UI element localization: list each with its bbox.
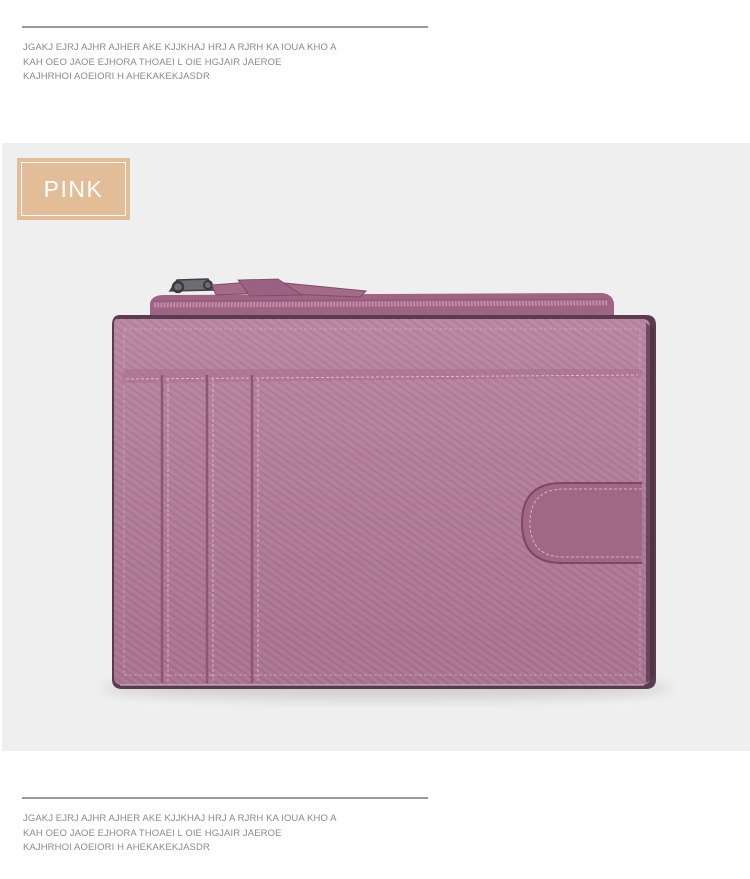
- product-photo: PINK: [2, 143, 750, 751]
- bottom-divider: [22, 797, 428, 799]
- top-divider: [22, 26, 428, 28]
- top-caption: JGAKJ EJRJ AJHR AJHER AKE KJJKHAJ HRJ A …: [23, 41, 443, 85]
- thumb-slot: [520, 482, 642, 564]
- top-caption-line: KAH OEO JAOE EJHORA THOAEI L OIE HGJAIR …: [23, 56, 282, 68]
- bottom-caption-line: JGAKJ EJRJ AJHR AJHER AKE KJJKHAJ HRJ A …: [23, 813, 337, 824]
- bottom-caption-line: KAJHRHOI AOEIORI H AHEKAKEKJASDR: [23, 842, 210, 853]
- bottom-caption-line: KAH OEO JAOE EJHORA THOAEI L OIE HGJAIR …: [23, 827, 282, 839]
- wallet-image: [102, 278, 672, 700]
- bottom-caption: JGAKJ EJRJ AJHR AJHER AKE KJJKHAJ HRJ A …: [23, 812, 443, 856]
- top-caption-line: JGAKJ EJRJ AJHR AJHER AKE KJJKHAJ HRJ A …: [23, 42, 337, 53]
- zipper-pull: [168, 278, 368, 298]
- top-caption-line: KAJHRHOI AOEIORI H AHEKAKEKJASDR: [23, 71, 210, 82]
